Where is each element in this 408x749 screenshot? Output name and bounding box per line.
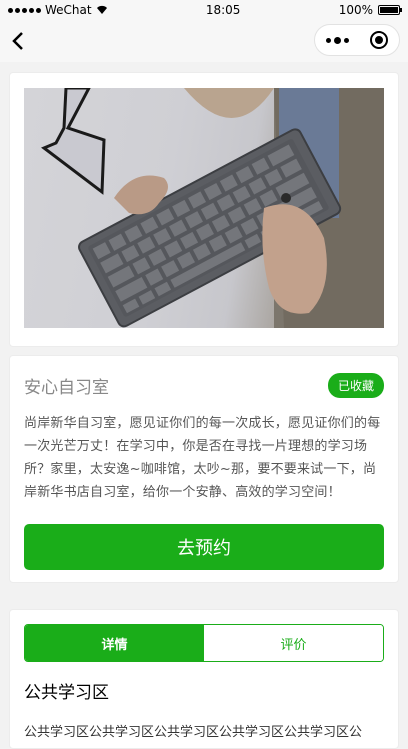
battery-label: 100% — [338, 3, 373, 17]
wifi-icon — [96, 5, 107, 15]
detail-card: 详情 评价 公共学习区 公共学习区公共学习区公共学习区公共学习区公共学习区公 — [9, 609, 399, 749]
section-title: 公共学习区 — [24, 683, 109, 703]
signal-area: WeChat — [8, 3, 108, 17]
tab-details[interactable]: 详情 — [25, 625, 204, 661]
battery-icon — [378, 5, 402, 15]
close-miniprogram-icon[interactable] — [370, 31, 389, 49]
room-photo — [24, 88, 384, 328]
tab-bar: 详情 评价 — [24, 624, 384, 662]
favorite-badge[interactable]: 已收藏 — [327, 372, 384, 398]
miniprogram-capsule — [314, 24, 400, 56]
room-description: 尚岸新华自习室，愿见证你们的每一次成长，愿见证你们的每一次光芒万丈！在学习中，你… — [24, 416, 381, 500]
section-text: 公共学习区公共学习区公共学习区公共学习区公共学习区公 — [24, 725, 363, 740]
status-time: 18:05 — [205, 3, 241, 17]
back-icon[interactable] — [8, 30, 30, 52]
navigation-bar — [0, 20, 408, 62]
signal-icon — [8, 7, 41, 13]
carrier-label: WeChat — [45, 3, 92, 17]
status-bar: WeChat 18:05 100% — [0, 0, 408, 20]
reserve-button[interactable]: 去预约 — [24, 524, 384, 570]
photo-illustration — [41, 88, 384, 328]
image-card — [9, 72, 399, 347]
room-info-card: 安心自习室 已收藏 尚岸新华自习室，愿见证你们的每一次成长，愿见证你们的每一次光… — [9, 355, 399, 583]
room-title: 安心自习室 — [24, 377, 109, 398]
more-icon[interactable] — [325, 36, 349, 44]
tab-reviews[interactable]: 评价 — [204, 625, 383, 661]
